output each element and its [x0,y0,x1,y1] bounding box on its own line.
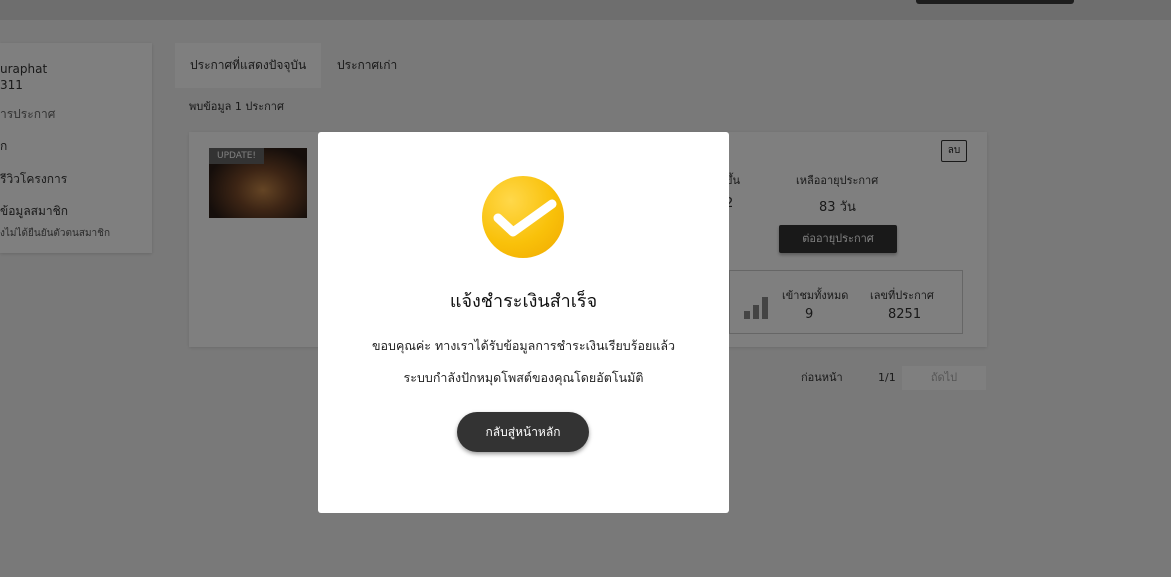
modal-message-1: ขอบคุณค่ะ ทางเราได้รับข้อมูลการชำระเงินเ… [371,338,676,353]
payment-success-modal: แจ้งชำระเงินสำเร็จ ขอบคุณค่ะ ทางเราได้รั… [318,132,729,513]
checkmark-icon [482,176,564,258]
modal-message-2: ระบบกำลังปักหมุดโพสต์ของคุณโดยอัตโนมัติ [403,370,644,385]
modal-title: แจ้งชำระเงินสำเร็จ [449,291,598,312]
back-to-home-button[interactable]: กลับสู่หน้าหลัก [457,412,589,452]
